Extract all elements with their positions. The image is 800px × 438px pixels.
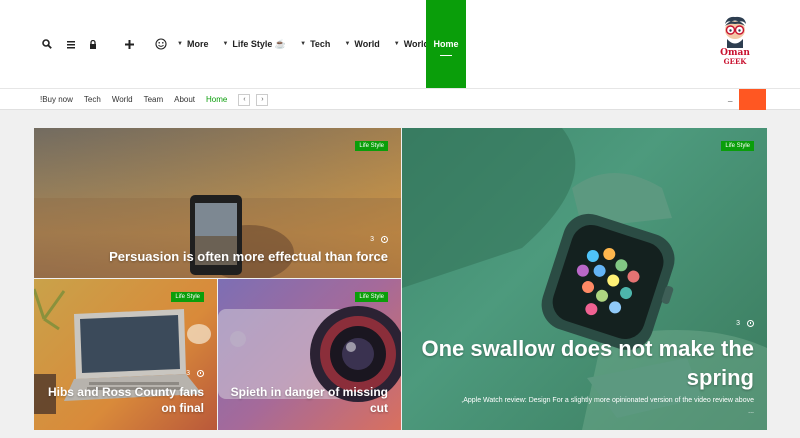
plus-icon[interactable] <box>118 33 140 55</box>
nav-item-life-style[interactable]: ▼ Life Style ☕ <box>215 0 293 88</box>
nav-item-label: Tech <box>310 39 331 49</box>
card-meta: 3 <box>736 320 754 327</box>
clock-icon <box>197 370 204 377</box>
caret-down-icon: ▼ <box>393 41 400 47</box>
card-excerpt: ,Apple Watch review: Design For a slight… <box>409 395 754 417</box>
secondary-link-buy-now[interactable]: !Buy now <box>40 95 73 104</box>
secondary-link-world[interactable]: World <box>112 95 133 104</box>
nav-item-more[interactable]: ▼ More <box>170 0 215 88</box>
site-header: ▼ More ▼ Life Style ☕ ▼ Tech ▼ World ▼ World … <box>0 0 800 88</box>
category-badge[interactable]: Life Style <box>171 292 204 302</box>
chevron-left-icon[interactable]: ‹ <box>238 93 251 106</box>
card-excerpt-text: ,Apple Watch review: Design For a slight… <box>461 397 754 404</box>
subbar-dash: _ <box>728 93 733 102</box>
geek-mascot-icon <box>725 16 746 48</box>
clock-icon <box>381 236 388 243</box>
search-icon[interactable] <box>36 33 58 55</box>
featured-card[interactable]: Life Style 3 Persuasion is often more ef… <box>34 128 401 278</box>
logo-text-geek: GEEK <box>723 57 747 66</box>
category-badge[interactable]: Life Style <box>355 141 388 151</box>
featured-card[interactable]: Life Style Spieth in danger of missing c… <box>218 279 401 430</box>
caret-down-icon: ▼ <box>177 41 183 47</box>
featured-card[interactable]: Life Style 3 Hibs and Ross County fans o… <box>34 279 217 430</box>
comment-count: 3 <box>186 370 190 377</box>
secondary-link-home[interactable]: Home <box>206 95 227 104</box>
secondary-link-tech[interactable]: Tech <box>84 95 101 104</box>
card-title[interactable]: One swallow does not make the spring <box>409 334 754 392</box>
menu-icon[interactable] <box>60 33 82 55</box>
category-badge[interactable]: Life Style <box>355 292 388 302</box>
clock-icon <box>747 320 754 327</box>
card-excerpt-ellipsis: ... <box>748 408 754 415</box>
header-icons <box>36 0 172 88</box>
nav-item-world[interactable]: ▼ World <box>337 0 386 88</box>
secondary-bar: !Buy now Tech World Team About Home ‹ › … <box>0 88 800 110</box>
chevron-right-icon[interactable]: › <box>256 93 269 106</box>
orange-block[interactable] <box>739 89 766 110</box>
nav-home-label: Home <box>433 39 459 49</box>
nav-item-label: Life Style ☕ <box>232 38 287 49</box>
nav-item-tech[interactable]: ▼ Tech <box>293 0 337 88</box>
card-meta: 3 <box>186 370 204 377</box>
secondary-link-about[interactable]: About <box>174 95 195 104</box>
nav-item-label: World <box>354 39 380 49</box>
card-title[interactable]: Spieth in danger of missing cut <box>218 384 388 416</box>
secondary-nav: !Buy now Tech World Team About Home ‹ › <box>40 89 274 110</box>
main-nav: ▼ More ▼ Life Style ☕ ▼ Tech ▼ World ▼ World <box>170 0 436 88</box>
caret-down-icon: ▼ <box>300 41 307 47</box>
nav-item-home[interactable]: Home <box>426 0 466 88</box>
secondary-link-team[interactable]: Team <box>144 95 164 104</box>
caret-down-icon: ▼ <box>222 41 229 47</box>
featured-card-large[interactable]: Life Style 3 One swallow does not make t… <box>402 128 767 430</box>
nav-item-label: More <box>186 39 209 49</box>
comment-count: 3 <box>736 320 740 327</box>
card-meta: 3 <box>370 236 388 243</box>
comment-count: 3 <box>370 236 374 243</box>
lock-icon[interactable] <box>82 33 104 55</box>
smiley-icon[interactable] <box>150 33 172 55</box>
site-logo[interactable]: Oman GEEK <box>710 14 760 74</box>
card-title[interactable]: Hibs and Ross County fans on final <box>34 384 204 416</box>
card-title[interactable]: Persuasion is often more effectual than … <box>48 249 388 264</box>
featured-grid: Life Style 3 Persuasion is often more ef… <box>34 128 767 430</box>
category-badge[interactable]: Life Style <box>721 141 754 151</box>
caret-down-icon: ▼ <box>344 41 351 47</box>
